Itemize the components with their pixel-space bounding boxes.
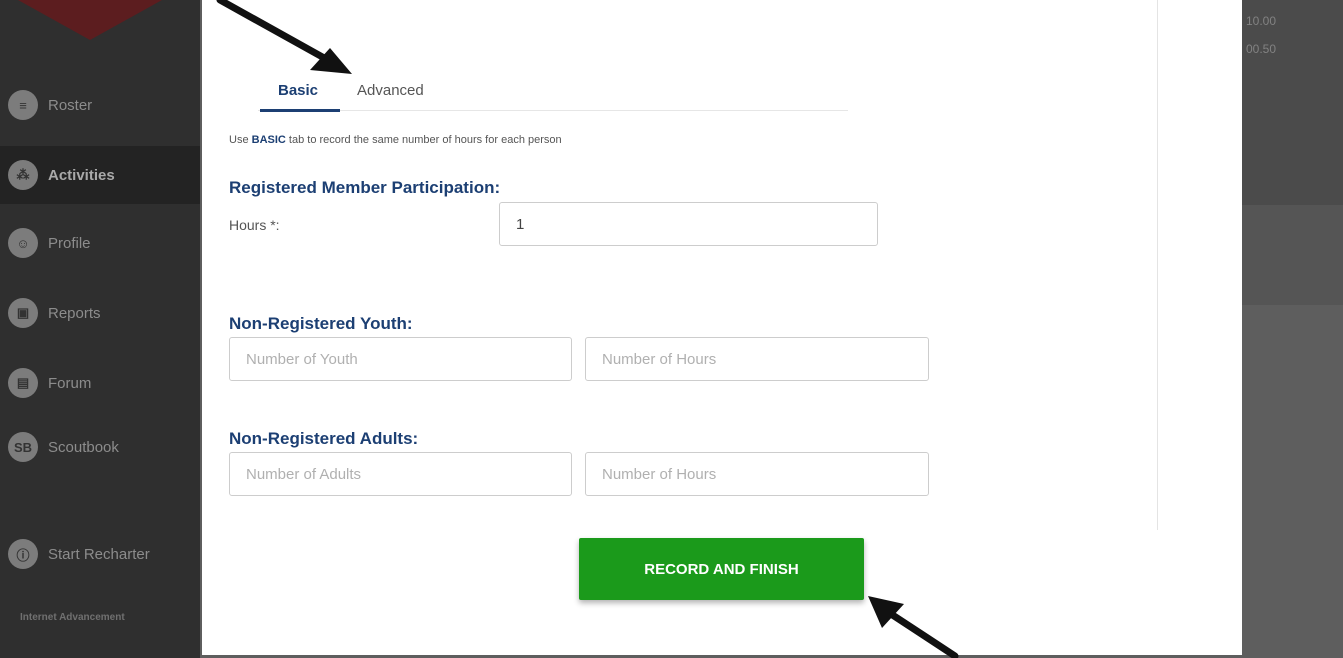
sidebar-item-forum[interactable]: ▤ Forum xyxy=(0,354,200,412)
annotation-arrow-icon xyxy=(868,596,959,658)
adults-section-title: Non-Registered Adults: xyxy=(229,429,419,448)
info-icon: ⓘ xyxy=(8,539,38,569)
youth-section-title: Non-Registered Youth: xyxy=(229,314,413,333)
youth-count-input[interactable] xyxy=(229,337,572,381)
adults-count-input[interactable] xyxy=(229,452,572,496)
sidebar-item-reports[interactable]: ▣ Reports xyxy=(0,284,200,342)
registered-hours-input[interactable] xyxy=(499,202,878,246)
sidebar-item-label: Reports xyxy=(48,304,101,322)
record-and-finish-button[interactable]: RECORD AND FINISH xyxy=(579,538,864,600)
sidebar-item-profile[interactable]: ☺ Profile xyxy=(0,214,200,272)
scoutbook-icon: SB xyxy=(8,432,38,462)
sidebar-footer-text: Internet Advancement xyxy=(20,612,125,623)
activities-icon: ⁂ xyxy=(8,160,38,190)
forum-icon: ▤ xyxy=(8,368,38,398)
sidebar: ≡ Roster ⁂ Activities ☺ Profile ▣ Report… xyxy=(0,0,200,658)
tab-advanced[interactable]: Advanced xyxy=(357,82,424,99)
youth-hours-input[interactable] xyxy=(585,337,929,381)
sidebar-item-label: Profile xyxy=(48,234,91,252)
helper-text: Use BASIC tab to record the same number … xyxy=(229,134,562,146)
list-icon: ≡ xyxy=(8,90,38,120)
sidebar-item-label: Roster xyxy=(48,96,93,114)
sidebar-item-activities[interactable]: ⁂ Activities xyxy=(0,146,200,204)
sidebar-item-start-recharter[interactable]: ⓘ Start Recharter xyxy=(0,525,200,583)
sidebar-item-label: Scoutbook xyxy=(48,438,119,456)
sidebar-item-label: Activities xyxy=(48,166,115,184)
profile-icon: ☺ xyxy=(8,228,38,258)
tab-bar xyxy=(258,110,848,111)
reports-icon: ▣ xyxy=(8,298,38,328)
vertical-divider xyxy=(1157,0,1158,530)
sidebar-item-scoutbook[interactable]: SB Scoutbook xyxy=(0,418,200,476)
active-tab-indicator xyxy=(260,109,340,112)
adults-hours-input[interactable] xyxy=(585,452,929,496)
annotation-arrow-icon xyxy=(216,0,352,74)
background-amount: 00.50 xyxy=(1246,42,1277,56)
sidebar-item-label: Forum xyxy=(48,374,92,392)
sidebar-item-label: Start Recharter xyxy=(48,545,150,563)
background-amount: 10.00 xyxy=(1246,14,1277,28)
background-card xyxy=(1228,205,1343,305)
helper-emphasis: BASIC xyxy=(251,134,286,146)
hours-label: Hours *: xyxy=(229,217,280,233)
registered-section-title: Registered Member Participation: xyxy=(229,178,501,197)
